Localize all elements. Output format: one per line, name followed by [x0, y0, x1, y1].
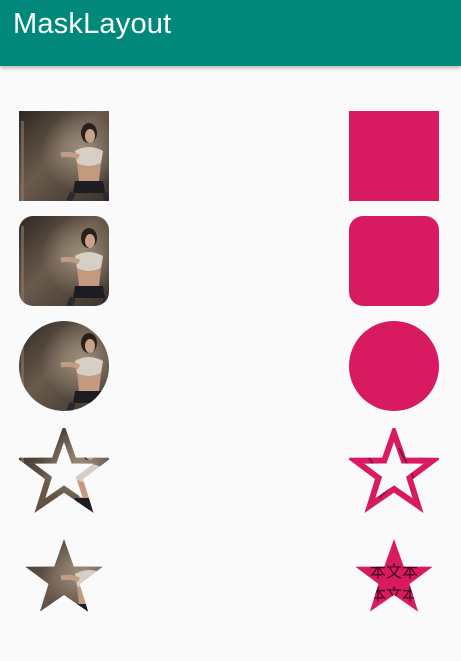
rounded-mask-fill [349, 216, 439, 306]
square-mask-photo [19, 111, 109, 201]
star-outline-mask-photo [19, 428, 109, 518]
circle-mask-photo [19, 321, 109, 411]
rounded-mask-photo [19, 216, 109, 306]
star-outline-mask-fill [349, 428, 439, 518]
app-bar: MaskLayout [0, 0, 461, 66]
app-title: MaskLayout [13, 8, 172, 40]
star-text-line-2: 本文本 [370, 585, 418, 604]
star-mask-photo [19, 534, 109, 624]
star-mask-text-fill: 本文本 本文本 [349, 534, 439, 624]
star-text-line-1: 本文本 [370, 562, 418, 581]
circle-mask-fill [349, 321, 439, 411]
square-mask-fill [349, 111, 439, 201]
